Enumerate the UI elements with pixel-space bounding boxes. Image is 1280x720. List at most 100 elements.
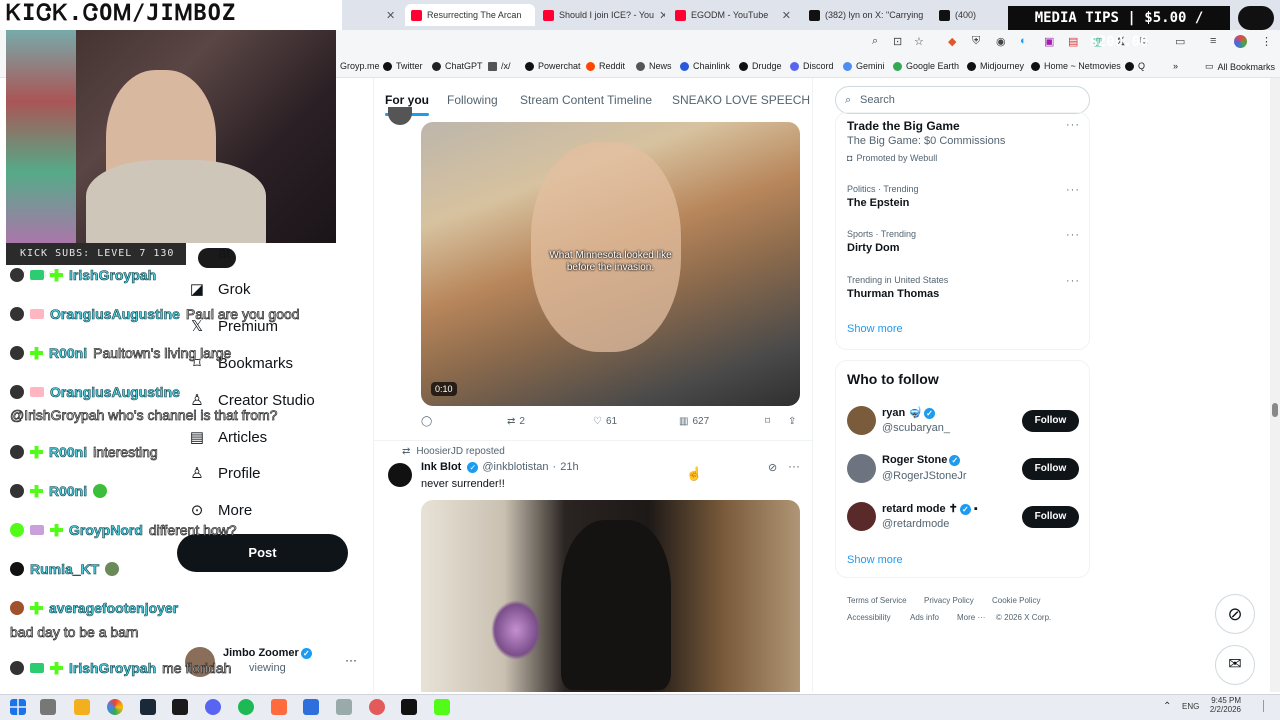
extension-icon[interactable]: ◉ bbox=[996, 35, 1006, 48]
language-indicator[interactable]: ENG bbox=[1182, 702, 1199, 711]
bookmark-item[interactable]: Powerchat bbox=[525, 61, 581, 71]
bookmark-item[interactable]: Reddit bbox=[586, 61, 625, 71]
author-name[interactable]: Ink Blot bbox=[421, 461, 461, 473]
discord-icon[interactable] bbox=[205, 699, 221, 715]
more-dots-icon[interactable]: ··· bbox=[1066, 119, 1080, 131]
video-player[interactable]: What Minnesota looked like before the in… bbox=[421, 122, 800, 406]
close-icon[interactable]: ✕ bbox=[380, 4, 400, 26]
avatar[interactable] bbox=[388, 463, 412, 487]
follow-button[interactable]: Follow bbox=[1022, 506, 1079, 528]
close-icon[interactable]: ✕ bbox=[659, 9, 665, 22]
kick-icon[interactable] bbox=[434, 699, 450, 715]
video-player[interactable] bbox=[421, 500, 800, 692]
nav-item-profile[interactable]: ♙ Profile bbox=[188, 464, 260, 483]
browser-tab[interactable]: Should I join ICE? - You ✕ bbox=[537, 4, 665, 26]
file-explorer-icon[interactable] bbox=[74, 699, 90, 715]
bookmark-item[interactable]: Gemini bbox=[843, 61, 885, 71]
menu-lines-icon[interactable]: ≡ bbox=[1210, 35, 1216, 47]
follow-name[interactable]: Roger Stone bbox=[882, 454, 947, 466]
like-button[interactable]: ♡ 61 bbox=[593, 416, 617, 427]
author-handle[interactable]: @inkblotistan bbox=[482, 461, 548, 473]
nav-item-grok[interactable]: ◪ Grok bbox=[188, 280, 251, 299]
avatar[interactable] bbox=[847, 502, 876, 531]
sidepanel-icon[interactable]: ▭ bbox=[1175, 35, 1185, 48]
tab-stream-content-timeline[interactable]: Stream Content Timeline bbox=[520, 93, 652, 107]
tab-for-you[interactable]: For you bbox=[385, 93, 429, 116]
taskview-icon[interactable] bbox=[40, 699, 56, 715]
bookmark-item[interactable]: /x/ bbox=[488, 61, 511, 71]
browser-tab[interactable]: Resurrecting The Arcan bbox=[405, 4, 535, 26]
post-button[interactable]: Post bbox=[177, 534, 348, 572]
scrollbar[interactable] bbox=[1270, 78, 1280, 692]
footer-link[interactable]: Cookie Policy bbox=[992, 596, 1040, 605]
more-dots-icon[interactable]: ··· bbox=[345, 653, 357, 667]
bookmark-item[interactable]: News bbox=[636, 61, 672, 71]
follow-name[interactable]: ryan bbox=[882, 407, 905, 419]
follow-button[interactable]: Follow bbox=[1022, 458, 1079, 480]
mail-icon[interactable]: ✉ bbox=[1215, 645, 1255, 685]
show-more-link[interactable]: Show more bbox=[847, 554, 903, 566]
bookmark-item[interactable]: Discord bbox=[790, 61, 834, 71]
bookmark-item[interactable]: Midjourney bbox=[967, 61, 1024, 71]
nav-item-chat[interactable]: at bbox=[188, 245, 231, 262]
footer-link[interactable]: Ads info bbox=[910, 613, 939, 622]
install-icon[interactable]: ⊡ bbox=[893, 35, 902, 48]
app-icon[interactable] bbox=[401, 699, 417, 715]
zoom-icon[interactable]: ⌕ bbox=[872, 35, 878, 48]
browser-tab[interactable]: (400) bbox=[933, 4, 1005, 26]
bookmark-item[interactable]: Chainlink bbox=[680, 61, 730, 71]
nav-item-more[interactable]: ⊙ More bbox=[188, 501, 252, 520]
footer-link[interactable]: Privacy Policy bbox=[924, 596, 974, 605]
shield-icon[interactable]: ⛨ bbox=[972, 35, 980, 48]
star-icon[interactable]: ☆ bbox=[914, 35, 924, 48]
app-icon[interactable] bbox=[271, 699, 287, 715]
app-icon[interactable] bbox=[336, 699, 352, 715]
more-dots-icon[interactable]: ··· bbox=[1066, 184, 1080, 196]
bookmark-item[interactable]: Groyp.me bbox=[340, 61, 380, 71]
follow-button[interactable]: Follow bbox=[1022, 410, 1079, 432]
bookmark-item[interactable]: Q bbox=[1125, 61, 1145, 71]
show-more-link[interactable]: Show more bbox=[847, 323, 903, 335]
show-desktop[interactable] bbox=[1263, 700, 1273, 712]
bookmark-item[interactable]: ChatGPT bbox=[432, 61, 483, 71]
tab-sneako-love-speech[interactable]: SNEAKO LOVE SPEECH bbox=[672, 93, 810, 107]
chevron-up-icon[interactable]: ⌃ bbox=[1163, 701, 1171, 712]
footer-link[interactable]: More ··· bbox=[957, 613, 985, 622]
bookmark-button[interactable]: ⌑ bbox=[765, 416, 770, 427]
profile-avatar[interactable] bbox=[1234, 35, 1247, 48]
share-button[interactable]: ⇪ bbox=[788, 416, 796, 427]
browser-tab[interactable]: EGODM - YouTube ✕ bbox=[669, 4, 797, 26]
footer-link[interactable]: Accessibility bbox=[847, 613, 891, 622]
chrome-icon[interactable] bbox=[107, 699, 123, 715]
chevron-right-icon[interactable]: » bbox=[1173, 61, 1178, 71]
scrollbar-thumb[interactable] bbox=[1272, 403, 1278, 417]
grok-icon[interactable]: ⊘ bbox=[1215, 594, 1255, 634]
all-bookmarks[interactable]: ▭ All Bookmarks bbox=[1205, 61, 1275, 72]
trend-name[interactable]: Thurman Thomas bbox=[847, 288, 939, 300]
trend-name[interactable]: Trade the Big Game bbox=[847, 119, 960, 133]
bookmark-item[interactable]: Home ~ Netmovies bbox=[1031, 61, 1121, 71]
reply-button[interactable]: ◯ bbox=[421, 416, 432, 427]
extension-icon[interactable]: ◐ bbox=[1020, 35, 1027, 47]
app-icon[interactable] bbox=[369, 699, 385, 715]
more-dots-icon[interactable]: ··· bbox=[1066, 229, 1080, 241]
app-icon[interactable] bbox=[172, 699, 188, 715]
app-icon[interactable] bbox=[303, 699, 319, 715]
views-button[interactable]: ▥ 627 bbox=[679, 416, 709, 427]
close-icon[interactable]: ✕ bbox=[782, 9, 791, 22]
steam-icon[interactable] bbox=[140, 699, 156, 715]
bookmark-item[interactable]: Google Earth bbox=[893, 61, 959, 71]
extension-icon[interactable]: ◆ bbox=[948, 35, 956, 48]
trend-name[interactable]: Dirty Dom bbox=[847, 242, 900, 254]
bookmark-item[interactable]: Twitter bbox=[383, 61, 423, 71]
footer-link[interactable]: Terms of Service bbox=[847, 596, 907, 605]
spotify-icon[interactable] bbox=[238, 699, 254, 715]
avatar[interactable] bbox=[847, 454, 876, 483]
tab-following[interactable]: Following bbox=[447, 93, 498, 107]
browser-tab[interactable]: (382) lyn on X: "Carrying ✕ bbox=[803, 4, 929, 26]
follow-name[interactable]: retard mode ✝ bbox=[882, 503, 958, 515]
bookmark-item[interactable]: Drudge bbox=[739, 61, 782, 71]
nav-item-articles[interactable]: ▤ Articles bbox=[188, 428, 267, 447]
avatar[interactable] bbox=[847, 406, 876, 435]
grok-icon[interactable]: ⊘ bbox=[768, 461, 777, 474]
